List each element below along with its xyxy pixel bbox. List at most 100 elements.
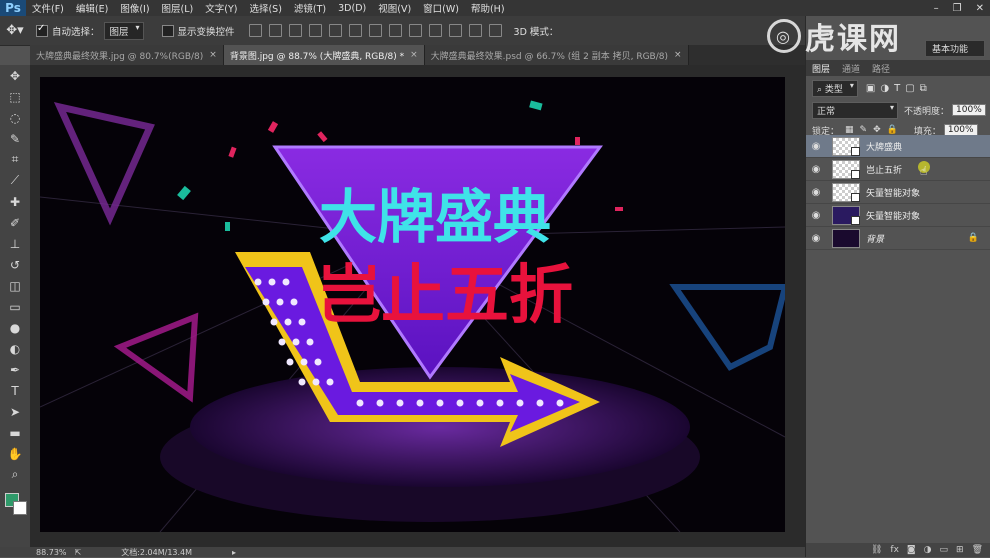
- eyedropper-tool-icon[interactable]: ⟋: [0, 170, 30, 191]
- export-icon[interactable]: ⇱: [75, 548, 82, 557]
- menu-image[interactable]: 图像(I): [114, 1, 155, 15]
- close-icon[interactable]: ×: [674, 50, 682, 60]
- menu-filter[interactable]: 滤镜(T): [288, 1, 332, 15]
- menu-edit[interactable]: 编辑(E): [70, 1, 114, 15]
- link-layers-icon[interactable]: ⛓: [871, 545, 882, 555]
- close-icon[interactable]: ×: [410, 50, 418, 60]
- distribute-hcenter-icon[interactable]: [448, 24, 462, 37]
- tab-layers[interactable]: 图层: [806, 62, 836, 75]
- dodge-tool-icon[interactable]: ◐: [0, 338, 30, 359]
- document-canvas[interactable]: 大牌盛典 岂止五折: [40, 77, 785, 532]
- distribute-top-icon[interactable]: [368, 24, 382, 37]
- tab-document-1[interactable]: 大牌盛典最终效果.jpg @ 80.7%(RGB/8) ×: [30, 45, 224, 65]
- blend-row: 正常 不透明度： 100%: [806, 100, 990, 120]
- adjustment-filter-icon[interactable]: ◑: [880, 83, 889, 94]
- restore-button[interactable]: ❐: [953, 3, 962, 14]
- shape-tool-icon[interactable]: ▬: [0, 422, 30, 443]
- layer-thumbnail: [832, 205, 860, 225]
- eraser-tool-icon[interactable]: ◫: [0, 275, 30, 296]
- fx-icon[interactable]: fx: [890, 545, 899, 555]
- quick-select-tool-icon[interactable]: ✎: [0, 128, 30, 149]
- mask-icon[interactable]: ◙: [907, 545, 916, 555]
- close-icon[interactable]: ×: [209, 50, 217, 60]
- blend-mode-dropdown[interactable]: 正常: [812, 101, 898, 119]
- brush-tool-icon[interactable]: ✐: [0, 212, 30, 233]
- minimize-button[interactable]: –: [934, 3, 939, 14]
- eye-icon[interactable]: ◉: [806, 210, 826, 221]
- layer-list: ◉ 大牌盛典 ◉ 岂止五折 ◉ 矢量智能对象 ◉ 矢量智能对象 ◉ 背景 🔒: [806, 135, 990, 250]
- zoom-level[interactable]: 88.73%: [36, 548, 67, 557]
- distribute-right-icon[interactable]: [468, 24, 482, 37]
- menu-select[interactable]: 选择(S): [243, 1, 287, 15]
- align-top-icon[interactable]: [248, 24, 262, 37]
- close-button[interactable]: ✕: [976, 3, 984, 14]
- menu-file[interactable]: 文件(F): [26, 1, 70, 15]
- menu-type[interactable]: 文字(Y): [199, 1, 243, 15]
- eye-icon[interactable]: ◉: [806, 187, 826, 198]
- layer-row[interactable]: ◉ 背景 🔒: [806, 227, 990, 250]
- layer-row[interactable]: ◉ 岂止五折: [806, 158, 990, 181]
- menu-view[interactable]: 视图(V): [372, 1, 417, 15]
- menu-layer[interactable]: 图层(L): [156, 1, 200, 15]
- menu-window[interactable]: 窗口(W): [417, 1, 465, 15]
- layer-row[interactable]: ◉ 大牌盛典: [806, 135, 990, 158]
- history-brush-tool-icon[interactable]: ↺: [0, 254, 30, 275]
- auto-select-checkbox[interactable]: [36, 23, 48, 37]
- distribute-left-icon[interactable]: [428, 24, 442, 37]
- stamp-tool-icon[interactable]: ⊥: [0, 233, 30, 254]
- adjustment-icon[interactable]: ◑: [924, 545, 932, 555]
- lock-all-icon[interactable]: 🔒: [887, 125, 898, 135]
- tab-document-3[interactable]: 大牌盛典最终效果.psd @ 66.7% (组 2 副本 拷贝, RGB/8) ×: [424, 45, 689, 65]
- shape-filter-icon[interactable]: ▢: [905, 83, 914, 94]
- align-left-icon[interactable]: [308, 24, 322, 37]
- new-layer-icon[interactable]: ⊞: [956, 545, 964, 555]
- type-filter-icon[interactable]: T: [894, 83, 900, 94]
- opacity-input[interactable]: 100%: [952, 104, 986, 116]
- hand-tool-icon[interactable]: ✋: [0, 443, 30, 464]
- menu-help[interactable]: 帮助(H): [465, 1, 511, 15]
- type-tool-icon[interactable]: T: [0, 380, 30, 401]
- auto-select-label: 自动选择：: [52, 26, 100, 38]
- tab-paths[interactable]: 路径: [866, 62, 896, 75]
- align-right-icon[interactable]: [348, 24, 362, 37]
- status-menu-icon[interactable]: ▸: [232, 548, 236, 557]
- crop-tool-icon[interactable]: ⌗: [0, 149, 30, 170]
- move-tool-preset-icon[interactable]: ✥▾: [0, 23, 30, 38]
- gradient-tool-icon[interactable]: ▭: [0, 296, 30, 317]
- eye-icon[interactable]: ◉: [806, 233, 826, 244]
- workspace-dropdown[interactable]: 基本功能: [924, 40, 985, 57]
- marquee-tool-icon[interactable]: ⬚: [0, 86, 30, 107]
- healing-tool-icon[interactable]: ✚: [0, 191, 30, 212]
- distribute-bottom-icon[interactable]: [408, 24, 422, 37]
- align-bottom-icon[interactable]: [288, 24, 302, 37]
- move-tool-icon[interactable]: ✥: [0, 65, 30, 86]
- show-transform-checkbox[interactable]: [161, 24, 174, 37]
- filter-type-dropdown[interactable]: ⌕ 类型: [812, 79, 858, 97]
- auto-select-dropdown[interactable]: 图层: [103, 21, 144, 40]
- tab-document-2[interactable]: 背景图.jpg @ 88.7% (大牌盛典, RGB/8) * ×: [223, 45, 425, 65]
- blur-tool-icon[interactable]: ●: [0, 317, 30, 338]
- align-hcenter-icon[interactable]: [328, 24, 342, 37]
- zoom-tool-icon[interactable]: ⌕: [0, 464, 30, 485]
- eye-icon[interactable]: ◉: [806, 141, 826, 152]
- lock-position-icon[interactable]: ✥: [873, 125, 881, 135]
- trash-icon[interactable]: 🗑: [972, 545, 983, 555]
- group-icon[interactable]: ▭: [940, 545, 949, 555]
- lasso-tool-icon[interactable]: ◌: [0, 107, 30, 128]
- path-select-tool-icon[interactable]: ➤: [0, 401, 30, 422]
- lock-pixels-icon[interactable]: ▦: [845, 125, 854, 135]
- distribute-vcenter-icon[interactable]: [388, 24, 402, 37]
- align-vcenter-icon[interactable]: [268, 24, 282, 37]
- background-color-swatch[interactable]: [13, 501, 27, 515]
- layer-row[interactable]: ◉ 矢量智能对象: [806, 181, 990, 204]
- tab-channels[interactable]: 通道: [836, 62, 866, 75]
- lock-paint-icon[interactable]: ✎: [860, 125, 868, 135]
- smart-object-filter-icon[interactable]: ⧉: [920, 83, 927, 94]
- eye-icon[interactable]: ◉: [806, 164, 826, 175]
- panel-footer: ⛓ fx ◙ ◑ ▭ ⊞ 🗑: [806, 543, 990, 557]
- auto-align-icon[interactable]: [488, 24, 502, 37]
- pixel-filter-icon[interactable]: ▣: [866, 83, 875, 94]
- menu-3d[interactable]: 3D(D): [332, 3, 372, 14]
- layer-row[interactable]: ◉ 矢量智能对象: [806, 204, 990, 227]
- pen-tool-icon[interactable]: ✒: [0, 359, 30, 380]
